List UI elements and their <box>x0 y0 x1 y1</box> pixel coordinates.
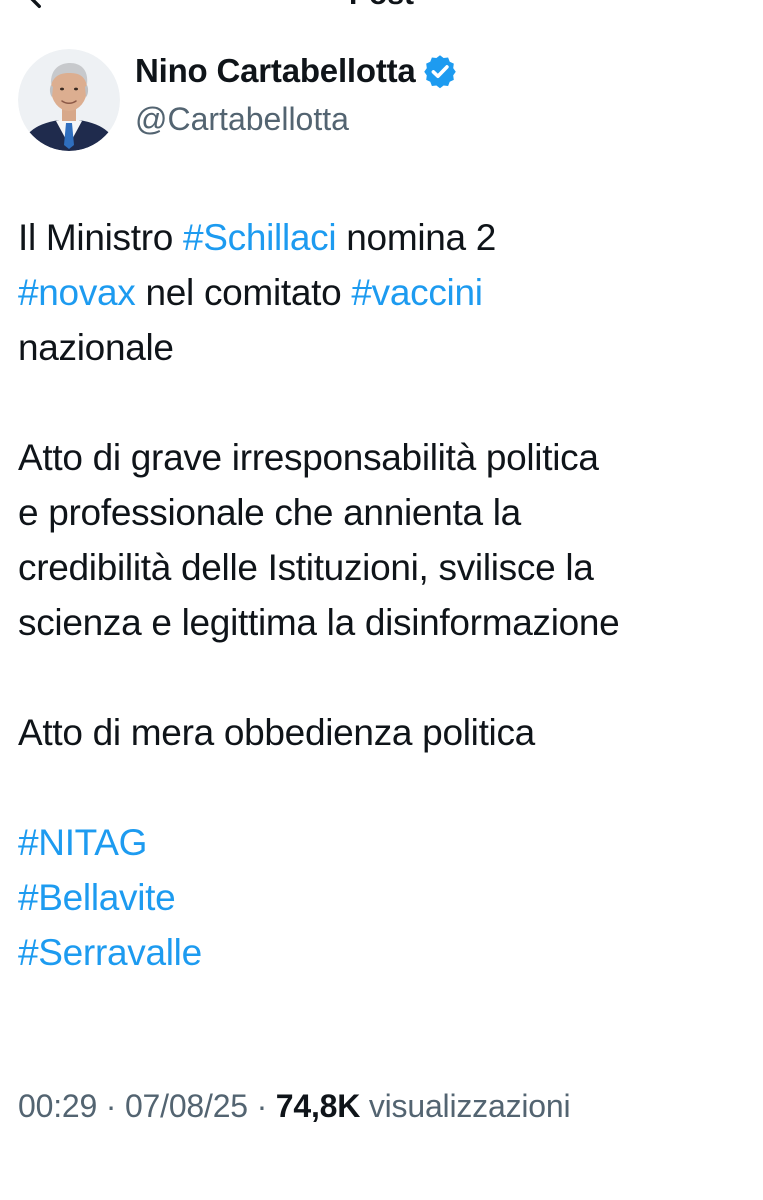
tweet-paragraph: Atto di grave irresponsabilità politica … <box>18 430 748 650</box>
tweet-line: nazionale <box>18 327 174 368</box>
tweet-line: Atto di mera obbedienza politica <box>18 712 535 753</box>
top-bar: Post <box>0 0 763 12</box>
post-metadata: 00:29 · 07/08/25 · 74,8K visualizzazioni <box>18 1088 571 1125</box>
hashtag-link[interactable]: #Bellavite <box>18 870 748 925</box>
meta-separator: · <box>97 1088 125 1124</box>
meta-separator: · <box>247 1088 276 1124</box>
hashtag-link[interactable]: #NITAG <box>18 815 748 870</box>
author-name-row: Nino Cartabellotta <box>135 51 458 91</box>
hashtag-link[interactable]: #vaccini <box>351 272 483 313</box>
post-date[interactable]: 07/08/25 <box>125 1088 248 1124</box>
hashtag-link[interactable]: #Schillaci <box>183 217 337 258</box>
hashtag-link[interactable]: #Serravalle <box>18 925 748 980</box>
tweet-line: Il Ministro #Schillaci nomina 2 <box>18 210 748 265</box>
tweet-text: Il Ministro #Schillaci nomina 2 #novax n… <box>18 210 748 980</box>
text-segment: nomina 2 <box>336 217 497 258</box>
tweet-line: credibilità delle Istituzioni, svilisce … <box>18 547 594 588</box>
tweet-line: Atto di grave irresponsabilità politica <box>18 437 599 478</box>
tweet-line: #novax nel comitato #vaccini <box>18 265 748 320</box>
views-count[interactable]: 74,8K <box>276 1088 361 1124</box>
tweet-line: scienza e legittima la disinformazione <box>18 602 620 643</box>
text-segment: nel comitato <box>135 272 352 313</box>
author-display-name[interactable]: Nino Cartabellotta <box>135 52 416 90</box>
avatar-photo <box>18 49 120 151</box>
verified-badge-icon <box>423 55 456 89</box>
author-handle[interactable]: @Cartabellotta <box>135 101 349 138</box>
tweet-paragraph: Il Ministro #Schillaci nomina 2 #novax n… <box>18 210 748 375</box>
avatar[interactable] <box>18 49 120 151</box>
tweet-line: e professionale che annienta la <box>18 492 521 533</box>
text-segment: Il Ministro <box>18 217 183 258</box>
tweet-paragraph: #NITAG #Bellavite #Serravalle <box>18 815 748 980</box>
hashtag-link[interactable]: #novax <box>18 272 136 313</box>
post-time[interactable]: 00:29 <box>18 1088 97 1124</box>
author-header: Nino Cartabellotta @Cartabellotta <box>18 49 738 153</box>
tweet-paragraph: Atto di mera obbedienza politica <box>18 705 748 760</box>
views-label: visualizzazioni <box>360 1088 571 1124</box>
page-title: Post <box>0 0 763 12</box>
